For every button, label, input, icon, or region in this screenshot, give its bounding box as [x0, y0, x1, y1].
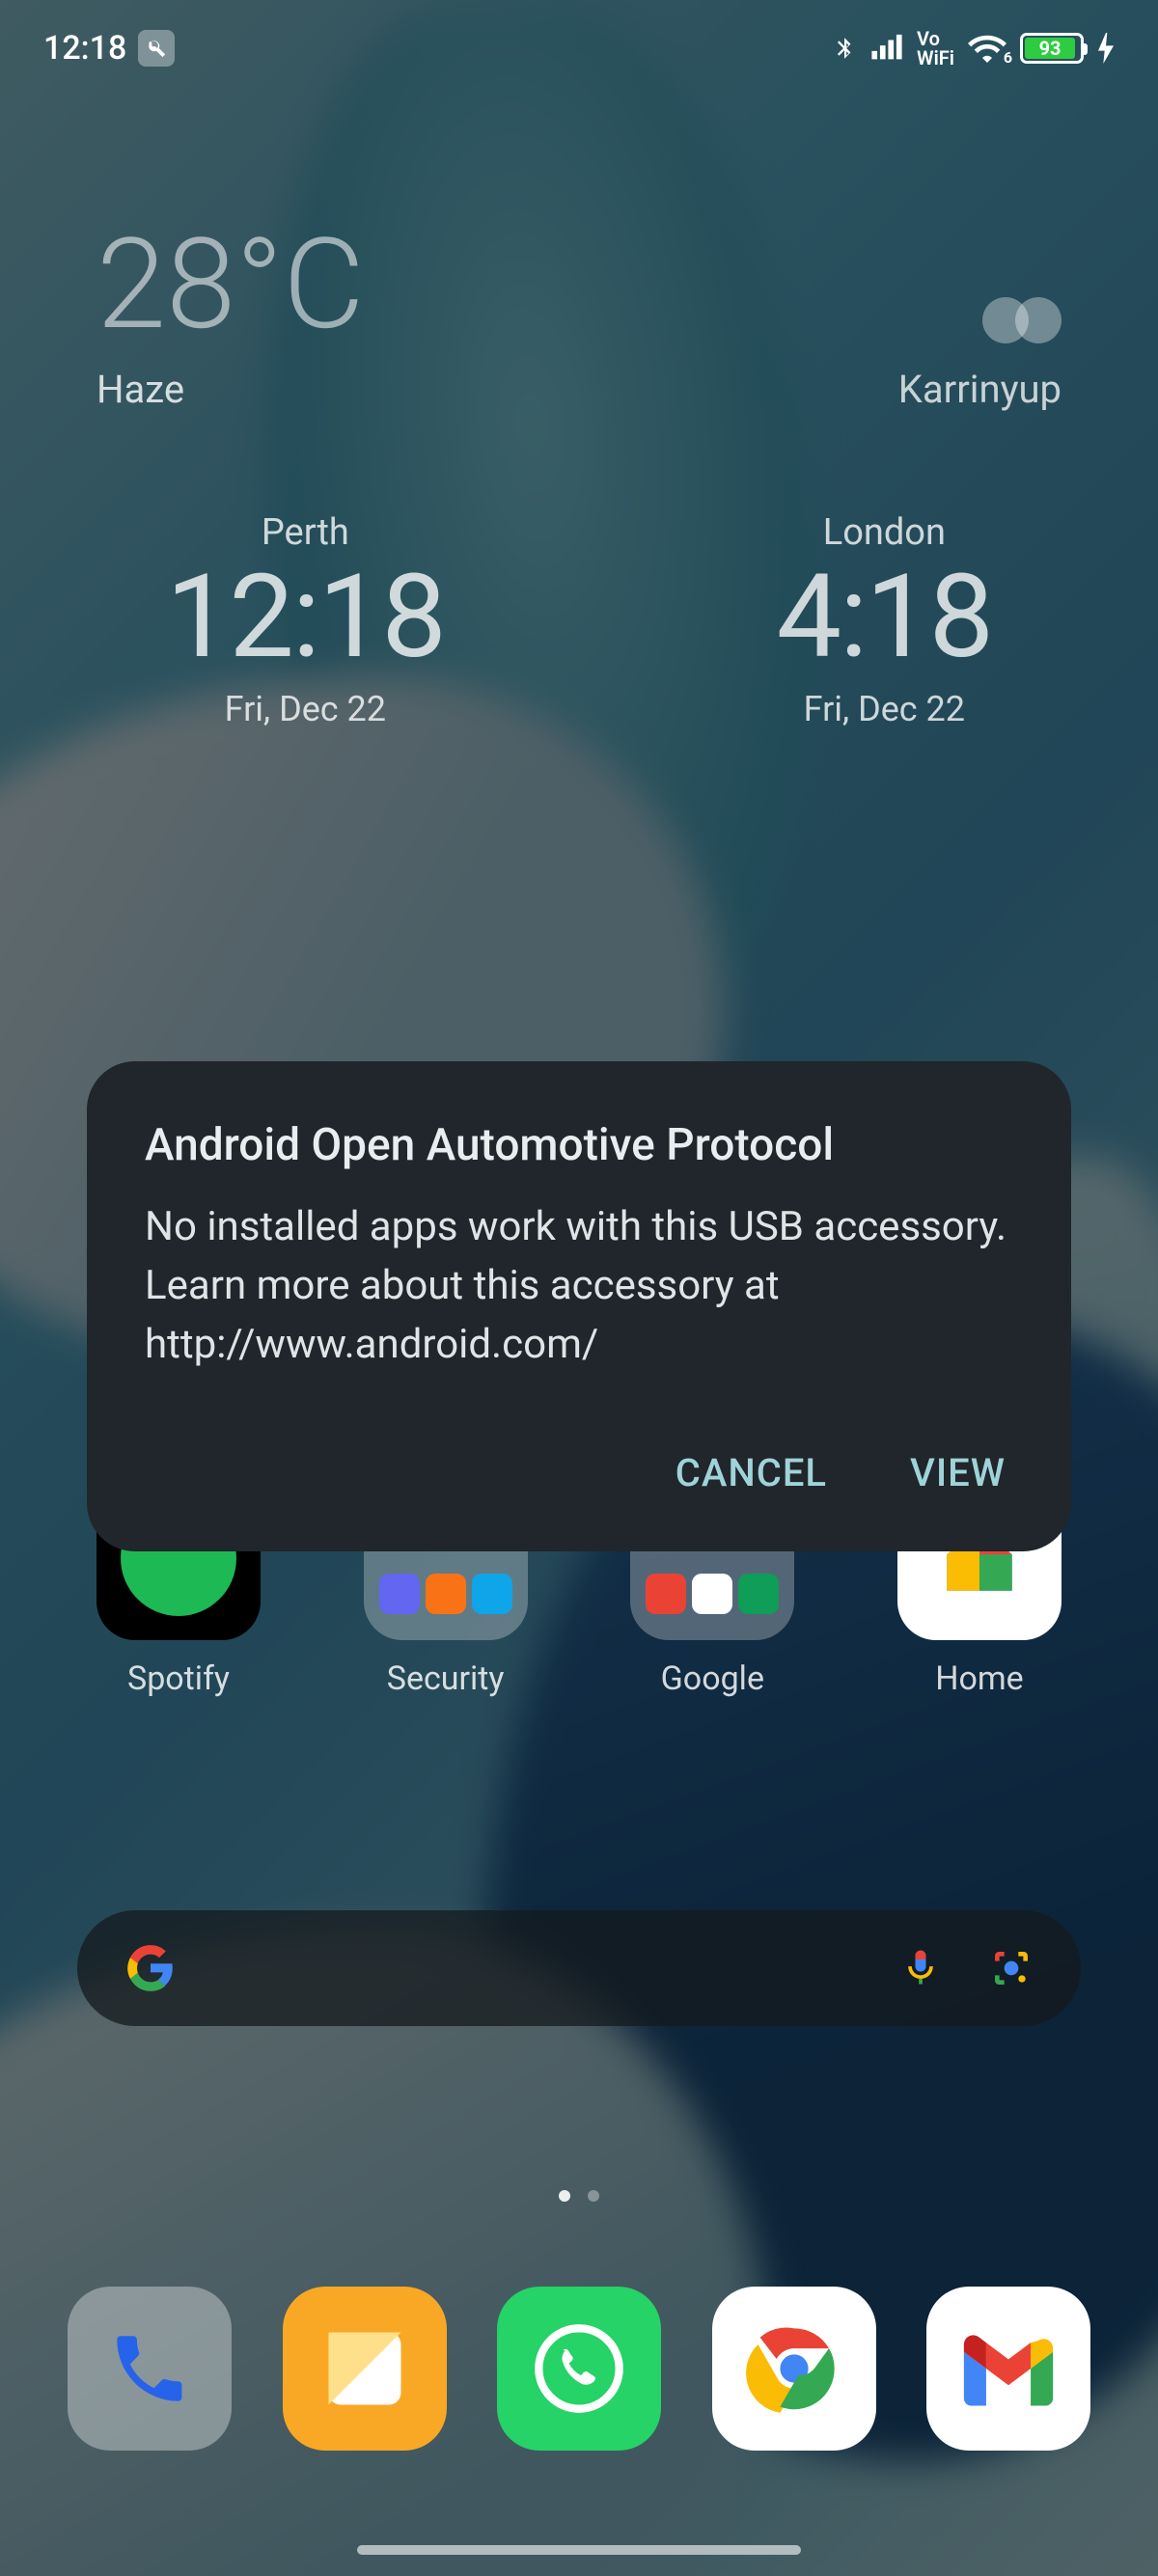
- lens-icon[interactable]: [990, 1947, 1033, 1989]
- weather-widget[interactable]: 28°C Haze Karrinyup: [96, 222, 1062, 412]
- wrench-icon: [138, 30, 175, 67]
- weather-temperature: 28°C: [96, 222, 365, 347]
- clock-time: 4:18: [777, 554, 992, 681]
- google-g-icon: [125, 1943, 176, 1993]
- app-label: Google: [661, 1659, 764, 1698]
- app-label: Spotify: [127, 1659, 230, 1698]
- page-indicator: [0, 2190, 1158, 2202]
- dock-notes[interactable]: [283, 2287, 447, 2451]
- clock-city: Perth: [166, 511, 445, 554]
- google-search-bar[interactable]: [77, 1910, 1081, 2026]
- clock-date: Fri, Dec 22: [777, 689, 992, 729]
- app-label: Home: [935, 1659, 1024, 1698]
- status-bar: 12:18 Vo WiFi 6 93: [0, 0, 1158, 96]
- dock-gmail[interactable]: [926, 2287, 1090, 2451]
- clock-city: London: [777, 511, 992, 554]
- clock-perth[interactable]: Perth 12:18 Fri, Dec 22: [166, 511, 445, 729]
- mic-icon[interactable]: [899, 1947, 942, 1989]
- dialog-title: Android Open Automotive Protocol: [145, 1119, 1013, 1171]
- status-time: 12:18: [43, 29, 126, 68]
- usb-accessory-dialog: Android Open Automotive Protocol No inst…: [87, 1061, 1071, 1551]
- dialog-body: No installed apps work with this USB acc…: [145, 1198, 1013, 1375]
- gesture-nav-handle[interactable]: [357, 2545, 801, 2555]
- app-label: Security: [387, 1659, 505, 1698]
- home-screen: 12:18 Vo WiFi 6 93: [0, 0, 1158, 2576]
- charging-icon: [1097, 33, 1115, 64]
- dock-whatsapp[interactable]: [497, 2287, 661, 2451]
- dock-chrome[interactable]: [712, 2287, 876, 2451]
- page-dot: [559, 2190, 570, 2202]
- weather-location: Karrinyup: [898, 367, 1062, 412]
- weather-condition: Haze: [96, 367, 365, 412]
- clock-date: Fri, Dec 22: [166, 689, 445, 729]
- dock-phone[interactable]: [68, 2287, 232, 2451]
- dock: [68, 2287, 1090, 2451]
- weather-icon: [982, 297, 1062, 343]
- page-dot: [588, 2190, 599, 2202]
- world-clock-widget[interactable]: Perth 12:18 Fri, Dec 22 London 4:18 Fri,…: [0, 511, 1158, 729]
- cell-signal-icon: [870, 34, 903, 63]
- clock-time: 12:18: [166, 554, 445, 681]
- clock-london[interactable]: London 4:18 Fri, Dec 22: [777, 511, 992, 729]
- view-button[interactable]: VIEW: [902, 1433, 1013, 1513]
- wifi-icon: 6: [968, 34, 1006, 63]
- vowifi-indicator: Vo WiFi: [917, 29, 954, 68]
- battery-indicator: 93: [1020, 33, 1084, 64]
- cancel-button[interactable]: CANCEL: [668, 1433, 835, 1513]
- bluetooth-icon: [832, 32, 857, 65]
